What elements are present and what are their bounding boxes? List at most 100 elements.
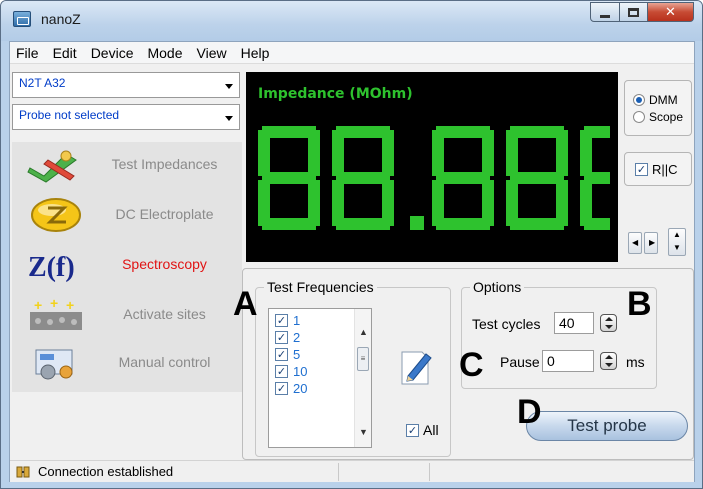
menu-device[interactable]: Device [91,45,134,61]
mode-dmm-option[interactable]: DMM [633,93,691,107]
mode-scope-option[interactable]: Scope [633,110,691,124]
rc-checkbox[interactable]: ✓ [635,162,648,176]
display-segment [580,130,592,176]
spectroscopy-icon: Z(f) [28,252,75,283]
radio-dmm[interactable] [633,94,645,106]
scroll-down-icon[interactable]: ▼ [359,427,368,437]
callout-d: D [517,393,542,431]
app-icon[interactable] [13,11,31,27]
frequency-checkbox[interactable]: ✓ [275,365,288,378]
frequency-value: 20 [293,381,308,396]
nav-activate-sites[interactable]: + + + Activate sites [12,292,242,338]
maximize-icon [628,7,639,17]
callout-c: C [459,346,484,384]
mode-scope-label: Scope [649,110,684,124]
edit-frequencies-icon[interactable] [400,346,434,386]
svg-text:+: + [66,297,74,313]
nav-dc-electroplate[interactable]: DC Electroplate [12,192,242,238]
arrow-down-icon: ▼ [673,243,681,252]
frequency-value: 1 [293,313,301,328]
frequency-value: 10 [293,364,308,379]
scroll-up-icon[interactable]: ▲ [359,327,368,337]
pause-input[interactable]: 0 [542,350,594,372]
frequency-checkbox[interactable]: ✓ [275,382,288,395]
pause-unit: ms [626,354,645,370]
nav-label: DC Electroplate [115,206,214,222]
menu-file[interactable]: File [16,45,39,61]
display-segment [262,218,316,230]
frequency-checkbox[interactable]: ✓ [275,331,288,344]
mode-group: DMM Scope [624,80,692,136]
client-area: File Edit Device Mode View Help N2T A32 … [9,41,695,482]
scroll-left-button[interactable]: ◀ [628,232,642,254]
connection-icon [16,466,30,477]
display-segment [584,172,610,184]
display-segment [432,180,444,226]
impedance-display: Impedance (MOhm) 88.888 [246,72,618,262]
display-segment [308,130,320,176]
display-segment [506,180,518,226]
frequency-list[interactable]: ✓ 1 ✓ 2 ✓ 5 ✓ 10 ✓ 20 ▲ ≡ ▼ [268,308,372,448]
display-segment [332,180,344,226]
probe-select[interactable]: Probe not selected [12,104,240,130]
display-segment [336,218,390,230]
scroll-right-button[interactable]: ▶ [644,232,658,254]
display-title: Impedance (MOhm) [258,86,413,102]
arrow-up-icon: ▲ [673,230,681,239]
frequency-checkbox[interactable]: ✓ [275,314,288,327]
electroplate-icon [31,198,81,232]
select-all-toggle[interactable]: ✓ All [406,422,439,438]
dropdown-arrow-icon [225,84,233,89]
select-all-checkbox[interactable]: ✓ [406,423,419,437]
callout-a: A [233,285,258,323]
frequency-scrollbar[interactable]: ▲ ≡ ▼ [354,309,371,447]
activate-sites-icon: + + + [30,296,82,330]
display-segment [436,218,490,230]
test-probe-button[interactable]: Test probe [526,411,688,441]
nav-manual-control[interactable]: Manual control [12,340,242,386]
mode-nav: Test Impedances DC Electroplate Z(f) Spe… [12,142,242,392]
scroll-thumb[interactable]: ≡ [357,347,369,371]
display-segment [556,130,568,176]
dropdown-arrow-icon [225,116,233,121]
status-divider [338,462,339,481]
device-select[interactable]: N2T A32 [12,72,240,98]
zoom-spinner[interactable]: ▲ ▼ [668,228,686,256]
select-all-label: All [423,422,439,438]
minimize-button[interactable] [590,2,620,22]
rc-toggle[interactable]: ✓ R||C [624,152,692,186]
test-frequencies-group: Test Frequencies ✓ 1 ✓ 2 ✓ 5 ✓ 10 ✓ 20 ▲ ≡ ▼ ✓ [255,279,451,457]
display-segment [258,130,270,176]
maximize-button[interactable] [620,2,648,22]
test-cycles-spinner[interactable] [600,314,617,332]
menu-bar: File Edit Device Mode View Help [10,42,694,64]
display-segment [432,130,444,176]
menu-help[interactable]: Help [241,45,270,61]
display-segment [262,172,316,184]
menu-view[interactable]: View [197,45,227,61]
pause-spinner[interactable] [600,352,617,370]
nav-spectroscopy[interactable]: Z(f) Spectroscopy [12,242,242,288]
nav-label: Manual control [118,354,211,370]
close-button[interactable]: ✕ [648,2,694,22]
nav-test-impedances[interactable]: Test Impedances [12,142,242,188]
svg-text:+: + [34,297,42,313]
nav-label: Activate sites [123,306,206,322]
menu-mode[interactable]: Mode [147,45,182,61]
frequency-value: 5 [293,347,301,362]
frequency-checkbox[interactable]: ✓ [275,348,288,361]
test-frequencies-legend: Test Frequencies [264,279,377,295]
manual-control-icon [35,349,73,380]
close-icon: ✕ [665,4,676,19]
display-segment [382,130,394,176]
frequency-value: 2 [293,330,301,345]
impedance-test-icon [27,150,77,183]
menu-edit[interactable]: Edit [53,45,77,61]
title-bar[interactable]: nanoZ ✕ [1,1,702,41]
radio-scope[interactable] [633,111,645,123]
display-segment [506,130,518,176]
impedance-value-readout [258,126,610,230]
minimize-icon [600,14,610,18]
test-cycles-input[interactable]: 40 [554,312,594,334]
window-title: nanoZ [41,11,81,27]
